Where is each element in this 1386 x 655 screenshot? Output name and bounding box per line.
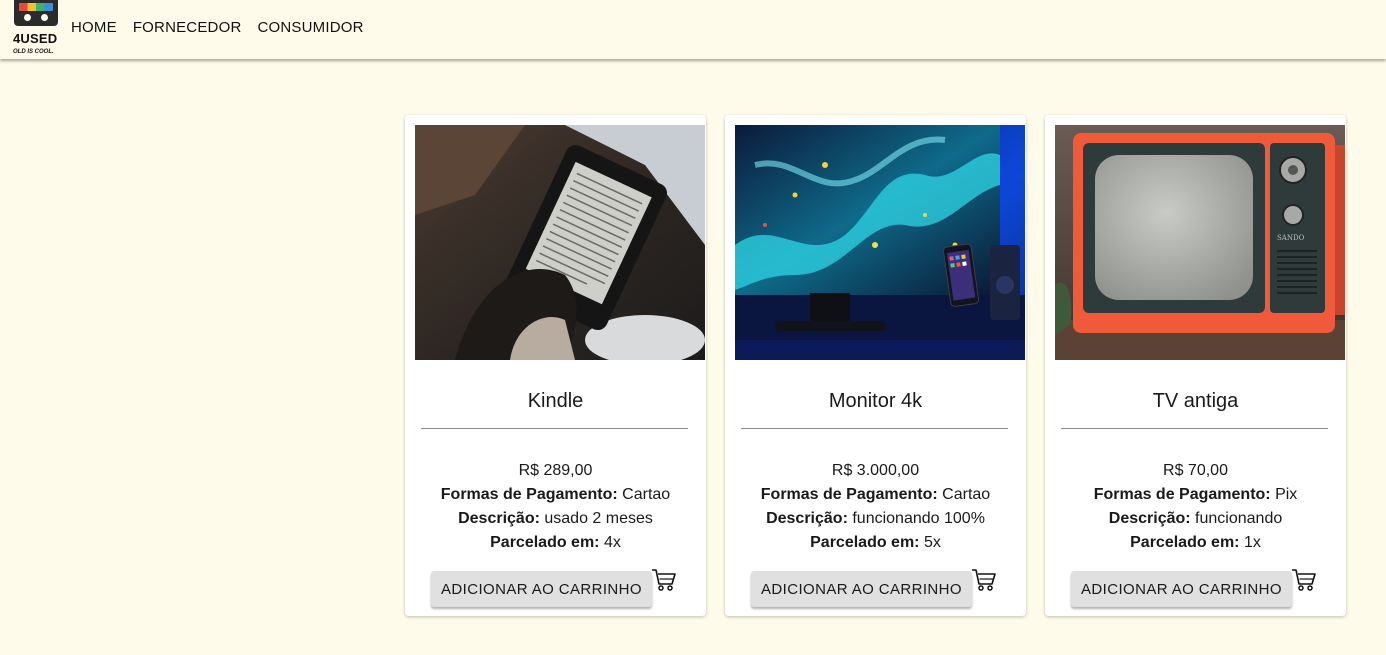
product-details: R$ 289,00 Formas de Pagamento: Cartao De… (405, 459, 706, 555)
shopping-cart-icon[interactable] (971, 567, 997, 593)
vintage-tv-photo-icon: SANDO (1055, 125, 1345, 360)
nav-home[interactable]: HOME (71, 19, 117, 36)
product-price: R$ 70,00 (1163, 462, 1228, 479)
installments-value: 1x (1243, 534, 1261, 551)
product-image-kindle (415, 125, 705, 360)
logo-tagline: OLD IS COOL. (13, 49, 54, 55)
installments-label: Parcelado em: (810, 534, 920, 551)
divider (741, 428, 1008, 429)
product-price: R$ 289,00 (518, 462, 593, 479)
product-price: R$ 3.000,00 (831, 462, 920, 479)
payment-value: Pix (1275, 486, 1298, 503)
add-to-cart-button[interactable]: ADICIONAR AO CARRINHO (751, 571, 972, 607)
logo-wordmark: 4USED (13, 31, 58, 46)
product-details: R$ 3.000,00 Formas de Pagamento: Cartao … (725, 459, 1026, 555)
divider (421, 428, 688, 429)
description-label: Descrição: (766, 510, 848, 527)
nav-fornecedor[interactable]: FORNECEDOR (133, 19, 242, 36)
top-app-bar: 4USED OLD IS COOL. HOME FORNECEDOR CONSU… (0, 0, 1386, 59)
shopping-cart-icon[interactable] (1291, 567, 1317, 593)
payment-value: Cartao (622, 486, 671, 503)
svg-text:SANDO: SANDO (1277, 234, 1305, 242)
main-nav: HOME FORNECEDOR CONSUMIDOR (71, 19, 380, 36)
payment-value: Cartao (942, 486, 991, 503)
description-label: Descrição: (458, 510, 540, 527)
add-to-cart-button[interactable]: ADICIONAR AO CARRINHO (431, 571, 652, 607)
product-details: R$ 70,00 Formas de Pagamento: Pix Descri… (1045, 459, 1346, 555)
installments-value: 5x (923, 534, 941, 551)
shopping-cart-icon[interactable] (651, 567, 677, 593)
product-title: TV antiga (1152, 390, 1239, 412)
product-card: SANDO TV antiga R$ 70,00 Formas de Pagam… (1045, 115, 1346, 616)
installments-label: Parcelado em: (1130, 534, 1240, 551)
payment-label: Formas de Pagamento: (1093, 486, 1271, 503)
product-image-monitor (735, 125, 1025, 360)
monitor-photo-icon (735, 125, 1025, 360)
cassette-icon (14, 0, 58, 26)
brand-logo[interactable]: 4USED OLD IS COOL. (12, 0, 60, 58)
nav-consumidor[interactable]: CONSUMIDOR (257, 19, 363, 36)
description-label: Descrição: (1108, 510, 1191, 527)
installments-value: 4x (603, 534, 621, 551)
description-value: funcionando (1195, 510, 1283, 527)
product-card: Kindle R$ 289,00 Formas de Pagamento: Ca… (405, 115, 706, 616)
installments-label: Parcelado em: (490, 534, 600, 551)
payment-label: Formas de Pagamento: (440, 486, 618, 503)
add-to-cart-button[interactable]: ADICIONAR AO CARRINHO (1071, 571, 1292, 607)
product-card: Monitor 4k R$ 3.000,00 Formas de Pagamen… (725, 115, 1026, 616)
divider (1061, 428, 1328, 429)
product-title: Monitor 4k (828, 390, 923, 412)
product-image-tv: SANDO (1055, 125, 1345, 360)
product-title: Kindle (527, 390, 584, 412)
payment-label: Formas de Pagamento: (760, 486, 938, 503)
description-value: usado 2 meses (544, 510, 653, 527)
description-value: funcionando 100% (852, 510, 985, 527)
ereader-photo-icon (415, 125, 705, 360)
